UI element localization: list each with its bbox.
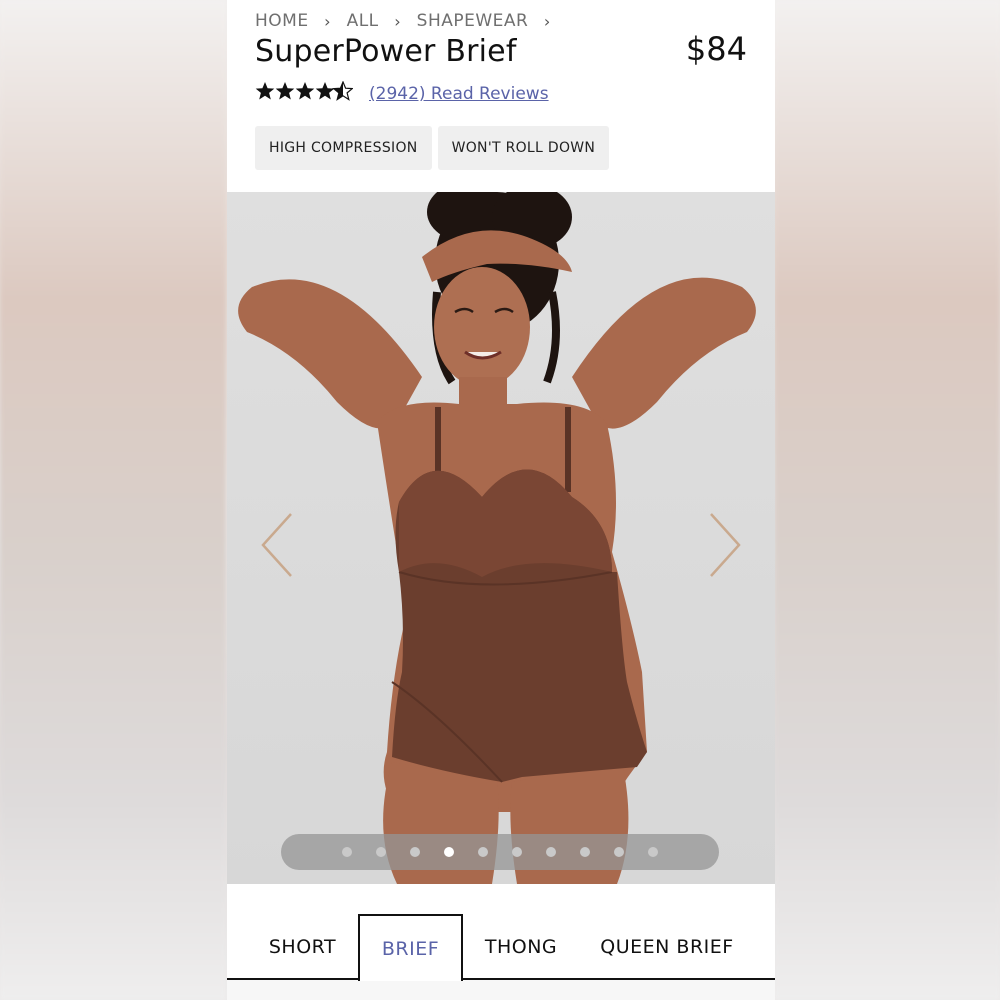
product-title: SuperPower Brief: [255, 34, 517, 69]
product-image-carousel[interactable]: [227, 192, 775, 884]
chevron-right-icon: [710, 513, 741, 577]
chevron-right-icon: ›: [324, 11, 332, 31]
tab-brief[interactable]: BRIEF: [358, 914, 463, 981]
product-page: HOME › ALL › SHAPEWEAR › SuperPower Brie…: [227, 0, 775, 1000]
tag-high-compression: HIGH COMPRESSION: [255, 126, 432, 170]
background-blur-right: [774, 0, 1000, 1000]
tab-short[interactable]: SHORT: [245, 914, 360, 980]
tab-queen-brief[interactable]: QUEEN BRIEF: [579, 914, 755, 980]
chevron-right-icon: ›: [394, 11, 402, 31]
carousel-dot[interactable]: [478, 847, 488, 857]
product-price: $84: [685, 30, 747, 68]
star-rating-icon: [255, 81, 353, 107]
carousel-dot[interactable]: [444, 847, 454, 857]
breadcrumb-home[interactable]: HOME: [255, 11, 309, 31]
carousel-dot[interactable]: [376, 847, 386, 857]
style-tabs: SHORT BRIEF THONG QUEEN BRIEF: [227, 884, 775, 1000]
product-photo: [238, 192, 756, 884]
rating-row: (2942) Read Reviews: [255, 81, 549, 107]
carousel-dot[interactable]: [342, 847, 352, 857]
carousel-prev-button[interactable]: [257, 510, 297, 580]
carousel-dot[interactable]: [648, 847, 658, 857]
read-reviews-link[interactable]: (2942) Read Reviews: [369, 84, 549, 104]
carousel-dot[interactable]: [580, 847, 590, 857]
tag-wont-roll-down: WON'T ROLL DOWN: [437, 126, 610, 170]
chevron-left-icon: [261, 513, 292, 577]
feature-tags: HIGH COMPRESSION WON'T ROLL DOWN: [255, 126, 610, 170]
carousel-dot[interactable]: [546, 847, 556, 857]
breadcrumb: HOME › ALL › SHAPEWEAR ›: [255, 9, 566, 33]
breadcrumb-all[interactable]: ALL: [347, 11, 379, 31]
background-blur-left: [0, 0, 226, 1000]
carousel-dot[interactable]: [410, 847, 420, 857]
breadcrumb-shapewear[interactable]: SHAPEWEAR: [417, 11, 529, 31]
below-tabs-area: [227, 980, 775, 1000]
carousel-pagination: [281, 834, 719, 870]
chevron-right-icon: ›: [543, 11, 551, 31]
tab-thong[interactable]: THONG: [467, 914, 575, 980]
carousel-next-button[interactable]: [705, 510, 745, 580]
carousel-dot[interactable]: [614, 847, 624, 857]
carousel-dot[interactable]: [512, 847, 522, 857]
